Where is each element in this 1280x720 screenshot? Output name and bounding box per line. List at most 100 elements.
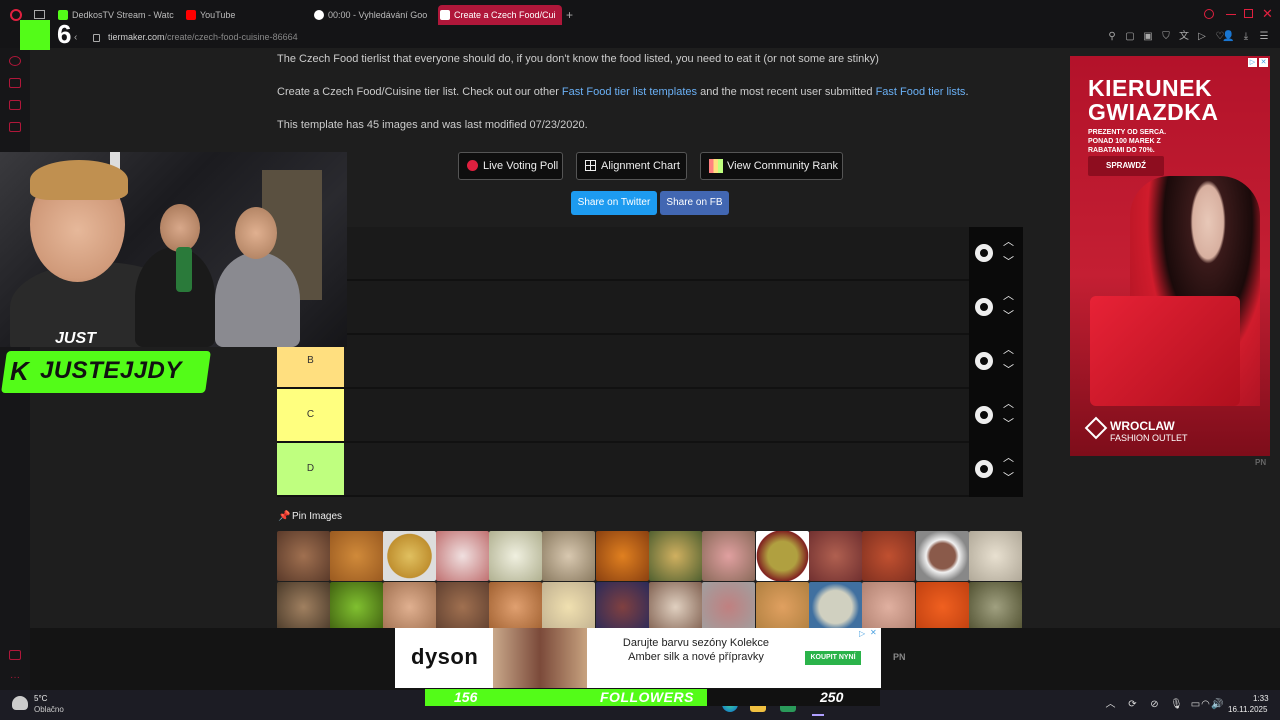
gear-icon[interactable] [975, 352, 993, 370]
ad-close-icon[interactable]: ✕ [1259, 58, 1268, 67]
back-icon[interactable]: ‹ [74, 32, 77, 43]
food-image[interactable] [862, 531, 915, 581]
chevron-down-icon[interactable]: ﹀ [1003, 415, 1014, 431]
chevron-up-icon[interactable]: ︿ [1003, 233, 1014, 249]
pushpin-icon[interactable]: 📌 [278, 511, 290, 522]
bag-icon[interactable] [9, 78, 21, 88]
alignment-chart-button[interactable]: Alignment Chart [576, 152, 687, 180]
chevron-up-icon[interactable]: ︿ [1003, 287, 1014, 303]
tab-google[interactable]: 00:00 - Vyhledávání Goo [312, 5, 430, 25]
food-image[interactable] [436, 582, 489, 632]
food-image[interactable] [542, 582, 595, 632]
ad-info-icon[interactable]: ▷ [859, 629, 865, 638]
chevron-down-icon[interactable]: ﹀ [1003, 361, 1014, 377]
tier-row-a[interactable]: ︿ ﹀ [277, 281, 1023, 335]
clock-date[interactable]: 16.11.2025 [1228, 705, 1267, 714]
food-image[interactable] [702, 582, 755, 632]
wallet-icon[interactable]: ▣ [1142, 31, 1154, 43]
food-image[interactable] [542, 531, 595, 581]
volume-icon[interactable]: 🔊 [1211, 699, 1223, 710]
ad-cta-button[interactable]: SPRAWDŹ [1088, 156, 1164, 176]
search-tabs-icon[interactable] [1204, 9, 1214, 19]
food-image[interactable] [916, 531, 969, 581]
share-twitter-button[interactable]: Share on Twitter [571, 191, 657, 215]
food-image[interactable] [649, 582, 702, 632]
url-field[interactable]: tiermaker.com/create/czech-food-cuisine-… [108, 32, 298, 42]
messenger-icon[interactable] [9, 100, 21, 110]
tab-kick[interactable]: DedkosTV Stream - Watc [56, 5, 174, 25]
food-image[interactable] [756, 582, 809, 632]
weather-temp[interactable]: 5°C [34, 694, 47, 703]
tier-row-c[interactable]: C ︿ ﹀ [277, 389, 1023, 443]
maximize-icon[interactable] [1244, 9, 1253, 18]
ad-info-icon[interactable]: ▷ [1248, 58, 1257, 67]
pin-icon[interactable]: ⚲ [1106, 31, 1118, 43]
vpn-icon[interactable]: ⛉ [1160, 31, 1172, 43]
sync-icon[interactable]: ⟳ [1127, 699, 1138, 710]
live-voting-poll-button[interactable]: Live Voting Poll [458, 152, 563, 180]
food-image[interactable] [436, 531, 489, 581]
pin-images-label[interactable]: Pin Images [292, 511, 342, 522]
fast-food-lists-link[interactable]: Fast Food tier lists [876, 86, 966, 98]
food-image[interactable] [489, 531, 542, 581]
microphone-icon[interactable]: 🎙 [1170, 699, 1183, 710]
chevron-up-icon[interactable]: ︿ [1003, 449, 1014, 465]
share-fb-button[interactable]: Share on FB [660, 191, 729, 215]
weather-desc[interactable]: Oblačno [34, 705, 64, 714]
more-icon[interactable]: ··· [10, 672, 20, 683]
ad-banner-right[interactable]: KIERUNEK GWIAZDKA PREZENTY OD SERCA. PON… [1070, 56, 1270, 456]
ad-buy-button[interactable]: KOUPIT NYNÍ [805, 651, 861, 665]
download-icon[interactable]: ⤓ [1240, 31, 1252, 43]
food-image[interactable] [596, 582, 649, 632]
snapshot-icon[interactable]: ▢ [1124, 31, 1136, 43]
new-tab-button[interactable]: + [566, 8, 573, 22]
food-image[interactable] [969, 531, 1022, 581]
chevron-up-icon[interactable]: ︿ [1105, 699, 1116, 710]
chevron-up-icon[interactable]: ︿ [1003, 395, 1014, 411]
food-image[interactable] [330, 582, 383, 632]
gear-icon[interactable] [975, 298, 993, 316]
close-icon[interactable]: ✕ [1262, 6, 1273, 22]
food-image[interactable] [596, 531, 649, 581]
food-image[interactable] [756, 531, 809, 581]
food-image[interactable] [969, 582, 1022, 632]
tab-tiermaker[interactable]: Create a Czech Food/Cui [438, 5, 562, 25]
menu-icon[interactable]: ☰ [1258, 31, 1270, 43]
tier-row-d[interactable]: D ︿ ﹀ [277, 443, 1023, 497]
minimize-icon[interactable] [1226, 14, 1236, 15]
food-image[interactable] [383, 531, 436, 581]
clock-time[interactable]: 1:33 [1253, 694, 1269, 703]
tier-label[interactable]: D [277, 443, 344, 495]
view-community-rank-button[interactable]: View Community Rank [700, 152, 843, 180]
network-off-icon[interactable]: ⊘ [1149, 699, 1160, 710]
chevron-down-icon[interactable]: ﹀ [1003, 253, 1014, 269]
food-image[interactable] [277, 531, 330, 581]
food-image[interactable] [702, 531, 755, 581]
food-image[interactable] [489, 582, 542, 632]
food-image[interactable] [862, 582, 915, 632]
ad-close-icon[interactable]: ✕ [870, 628, 877, 637]
tab-manager-icon[interactable] [34, 10, 45, 19]
translate-icon[interactable]: 文 [1178, 31, 1190, 43]
fast-food-templates-link[interactable]: Fast Food tier list templates [562, 86, 697, 98]
chevron-down-icon[interactable]: ﹀ [1003, 469, 1014, 485]
tier-row-b[interactable]: B ︿ ﹀ [277, 335, 1023, 389]
food-image[interactable] [916, 582, 969, 632]
gear-icon[interactable] [975, 406, 993, 424]
food-image[interactable] [649, 531, 702, 581]
food-image[interactable] [330, 531, 383, 581]
account-icon[interactable]: 👤 [1222, 31, 1234, 43]
extensions-icon[interactable] [9, 650, 21, 660]
weather-icon[interactable] [12, 696, 28, 710]
history-icon[interactable] [9, 56, 21, 66]
ad-banner-bottom[interactable]: dyson Darujte barvu sezóny Kolekce Amber… [395, 628, 881, 688]
wifi-icon[interactable]: ◠ [1200, 699, 1211, 710]
gear-icon[interactable] [975, 244, 993, 262]
play-icon[interactable]: ▷ [1196, 31, 1208, 43]
tab-youtube[interactable]: YouTube [184, 5, 304, 25]
tier-label[interactable]: C [277, 389, 344, 441]
food-image[interactable] [383, 582, 436, 632]
chevron-up-icon[interactable]: ︿ [1003, 341, 1014, 357]
gear-icon[interactable] [975, 460, 993, 478]
food-image[interactable] [809, 582, 862, 632]
